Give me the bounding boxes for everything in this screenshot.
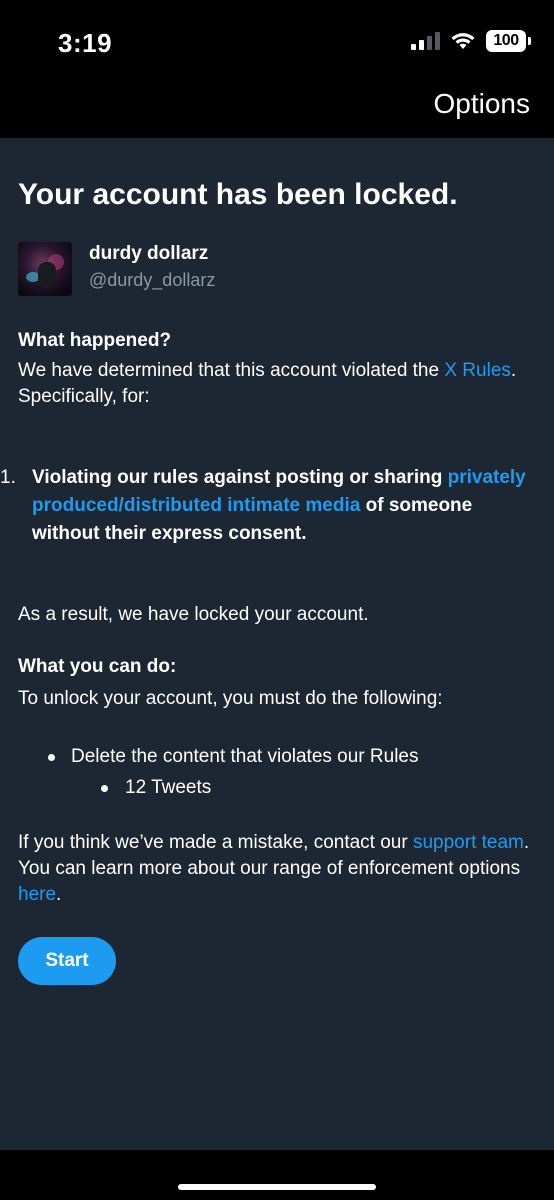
what-you-can-do-heading: What you can do: — [18, 656, 177, 677]
avatar — [18, 242, 72, 296]
what-happened-text-start: We have determined that this account vio… — [18, 360, 445, 381]
page-title: Your account has been locked. — [18, 178, 458, 211]
account-handle: @durdy_dollarz — [89, 270, 216, 290]
violation-text-start: Violating our rules against posting or s… — [32, 467, 448, 488]
cellular-signal-icon — [411, 32, 440, 50]
status-icons: 100 — [411, 30, 531, 52]
bullet-dot — [48, 754, 55, 761]
options-button[interactable]: Options — [434, 88, 531, 120]
what-happened-heading: What happened? — [18, 330, 172, 351]
violation-item: Violating our rules against posting or s… — [32, 464, 532, 548]
mistake-text-end: . — [56, 884, 62, 905]
mistake-text-start: If you think we’ve made a mistake, conta… — [18, 832, 413, 853]
mistake-text: If you think we’ve made a mistake, conta… — [18, 830, 538, 908]
status-time: 3:19 — [58, 28, 113, 58]
step-item: Delete the content that violates our Rul… — [71, 746, 419, 767]
home-indicator[interactable] — [178, 1184, 376, 1190]
start-button[interactable]: Start — [18, 937, 116, 985]
step-sub-item: 12 Tweets — [125, 777, 212, 798]
sub-bullet-dot — [101, 785, 108, 792]
violation-number: 1. — [0, 467, 16, 488]
bottom-bar — [0, 1150, 554, 1200]
support-team-link[interactable]: support team — [413, 832, 524, 853]
top-bar: 3:19 100 Options — [0, 0, 554, 138]
account-display-name: durdy dollarz — [89, 243, 209, 264]
here-link[interactable]: here — [18, 884, 56, 905]
x-rules-link[interactable]: X Rules — [444, 360, 511, 381]
unlock-instructions: To unlock your account, you must do the … — [18, 688, 443, 709]
what-happened-text: We have determined that this account vio… — [18, 358, 538, 410]
result-text: As a result, we have locked your account… — [18, 604, 369, 625]
battery-icon: 100 — [486, 30, 531, 52]
wifi-icon — [451, 33, 475, 49]
